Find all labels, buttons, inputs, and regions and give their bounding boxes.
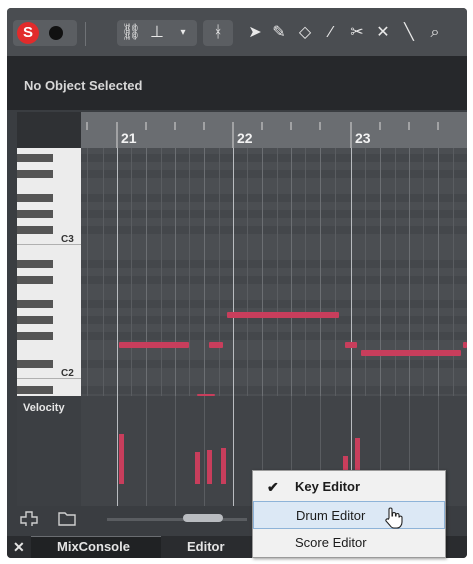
zoom-icon[interactable]: ⌕ — [425, 22, 445, 44]
menu-item-drum-editor[interactable]: Drum Editor — [253, 501, 445, 529]
black-key — [17, 386, 53, 394]
horizontal-scrollbar[interactable] — [107, 518, 247, 521]
piano-keyboard[interactable]: C3 C2 — [17, 148, 81, 396]
beat-line — [438, 148, 439, 396]
black-key — [17, 360, 53, 368]
ruler-bar-21: 21 — [121, 130, 137, 146]
black-key — [17, 300, 53, 308]
grid-line — [189, 148, 190, 396]
velocity-bar[interactable] — [207, 450, 212, 484]
midi-note[interactable] — [227, 312, 339, 318]
record-button[interactable] — [49, 26, 63, 40]
line-icon[interactable]: ╲ — [399, 22, 419, 44]
quantize-icon[interactable]: ᚼ — [208, 22, 228, 44]
beat-line — [175, 148, 176, 396]
grid-line — [131, 148, 132, 396]
info-line: No Object Selected — [7, 56, 467, 110]
grid-line — [453, 148, 454, 396]
velocity-bar[interactable] — [195, 452, 200, 484]
ruler-ticks — [86, 122, 439, 148]
toolbar: S ⛓ ⊥ ▾ ᚼ ➤ ✎ ◇ ⁄ ✂ ✕ ╲ ⌕ — [7, 8, 467, 56]
key-label-c3: C3 — [61, 234, 74, 245]
scissors-icon[interactable]: ✂ — [347, 22, 367, 44]
grid-line — [175, 396, 176, 506]
beat-line — [320, 148, 321, 396]
velocity-label: Velocity — [23, 402, 65, 414]
menu-item-key-editor[interactable]: ✔ Key Editor — [253, 473, 445, 501]
black-key — [17, 154, 53, 162]
black-key — [17, 226, 53, 234]
beat-line — [409, 148, 410, 396]
grid-line — [423, 148, 424, 396]
scrollbar-thumb[interactable] — [183, 514, 223, 522]
beat-line — [204, 148, 205, 396]
bar-line — [351, 148, 352, 396]
ruler-bar-23: 23 — [355, 130, 371, 146]
tab-mixconsole[interactable]: MixConsole — [57, 536, 130, 558]
grid-line — [219, 148, 220, 396]
beat-line — [380, 148, 381, 396]
velocity-bar[interactable] — [221, 448, 226, 484]
menu-item-label: Score Editor — [295, 535, 367, 550]
velocity-lane-header: Velocity — [17, 396, 81, 506]
bar-line — [233, 396, 234, 506]
grid-line — [146, 396, 147, 506]
menu-item-score-editor[interactable]: Score Editor — [253, 529, 445, 557]
ruler[interactable]: 21 22 23 — [81, 112, 467, 148]
grid-line — [277, 148, 278, 396]
hand-cursor-icon — [385, 507, 403, 529]
grid-line — [305, 148, 306, 396]
grid-line — [161, 148, 162, 396]
tab-editor[interactable]: Editor — [187, 536, 225, 558]
beat-line — [262, 148, 263, 396]
black-key — [17, 260, 53, 268]
editor-type-menu: ✔ Key Editor Drum Editor Score Editor — [252, 470, 446, 558]
mute-icon[interactable]: ✕ — [373, 22, 393, 44]
midi-note[interactable] — [345, 342, 357, 348]
close-icon[interactable]: ✕ — [13, 536, 25, 558]
black-key — [17, 276, 53, 284]
beat-line — [291, 148, 292, 396]
black-key — [17, 316, 53, 324]
midi-note[interactable] — [361, 350, 461, 356]
midi-note[interactable] — [463, 342, 467, 348]
black-key — [17, 194, 53, 202]
toolbar-divider — [85, 22, 86, 46]
pencil-icon[interactable]: ✎ — [269, 22, 289, 44]
grid-line — [335, 148, 336, 396]
add-lane-icon[interactable] — [19, 510, 39, 526]
menu-item-label: Drum Editor — [296, 508, 366, 523]
lane-presets-icon[interactable] — [57, 510, 77, 526]
grid-line — [247, 148, 248, 396]
velocity-bar[interactable] — [119, 434, 124, 484]
snap-icon[interactable]: ⊥ — [147, 22, 167, 44]
brush-icon[interactable]: ⁄ — [321, 22, 341, 44]
grid-line — [395, 148, 396, 396]
ruler-corner — [17, 112, 81, 148]
link-icon[interactable]: ⛓ — [121, 22, 141, 44]
black-key — [17, 210, 53, 218]
bar-line — [233, 148, 234, 396]
menu-item-label: Key Editor — [295, 479, 361, 494]
dropdown-icon[interactable]: ▾ — [173, 22, 193, 44]
midi-note[interactable] — [209, 342, 223, 348]
bar-line — [117, 396, 118, 506]
black-key — [17, 170, 53, 178]
grid-line — [204, 396, 205, 506]
info-line-text: No Object Selected — [24, 78, 143, 93]
key-label-c2: C2 — [61, 368, 74, 379]
eraser-icon[interactable]: ◇ — [295, 22, 315, 44]
grid-line — [365, 148, 366, 396]
note-grid[interactable] — [81, 148, 467, 396]
midi-note[interactable] — [119, 342, 189, 348]
pointer-icon[interactable]: ➤ — [245, 22, 265, 44]
ruler-bar-22: 22 — [237, 130, 253, 146]
bar-line — [117, 148, 118, 396]
beat-line — [146, 148, 147, 396]
check-icon: ✔ — [267, 479, 279, 495]
grid-line — [103, 148, 104, 396]
grid-line — [87, 148, 88, 396]
solo-button[interactable]: S — [17, 22, 39, 44]
black-key — [17, 332, 53, 340]
